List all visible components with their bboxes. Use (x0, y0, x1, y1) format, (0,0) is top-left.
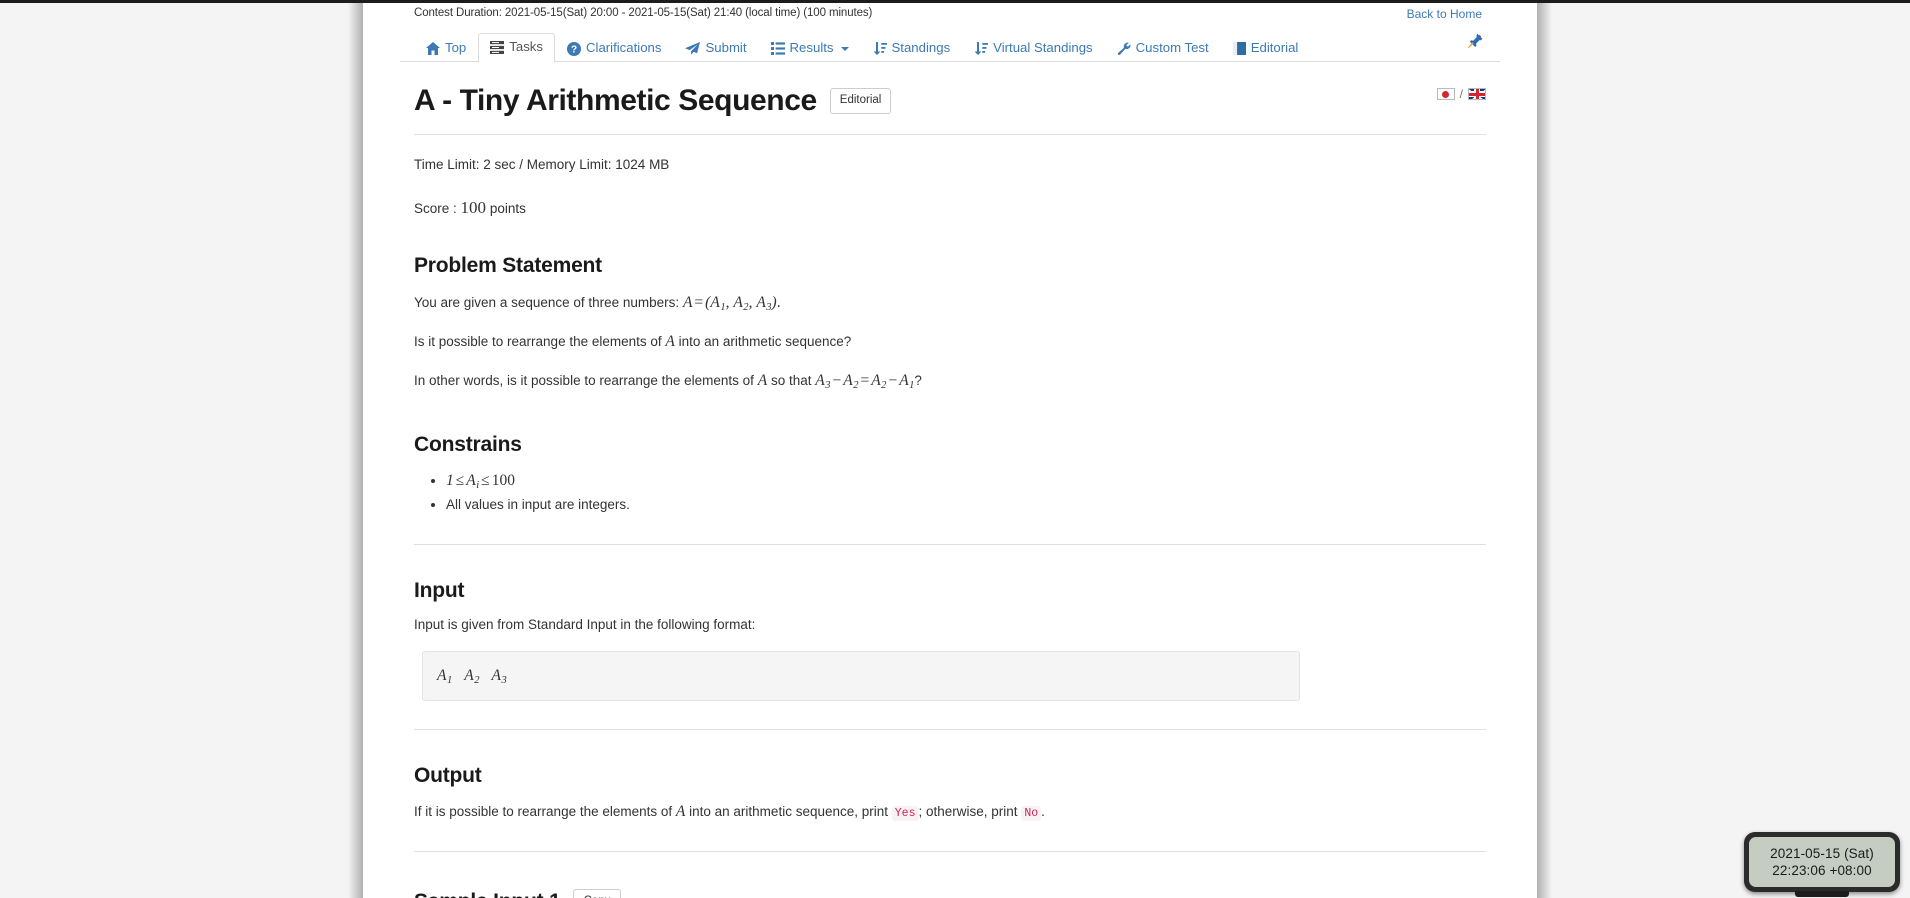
section-heading-input: Input (414, 578, 465, 602)
problem-title-row: A - Tiny Arithmetic Sequence Editorial / (414, 84, 1486, 135)
section-heading-sample-input-1: Sample Input 1 (414, 886, 561, 898)
sample-input-1-header: Sample Input 1 Copy (414, 886, 1486, 898)
japanese-flag-icon[interactable] (1436, 88, 1455, 100)
page-gutter-left (0, 3, 363, 898)
nav-item-label: Submit (705, 40, 747, 56)
clock-time: 22:23:06 +08:00 (1772, 863, 1872, 878)
home-icon (426, 42, 440, 56)
section-divider (414, 728, 1486, 730)
nav-item-clarifications[interactable]: ? Clarifications (555, 34, 674, 63)
chevron-down-icon (840, 46, 849, 51)
statement-paragraph-2: Is it possible to rearrange the elements… (414, 330, 1486, 353)
score-label: Score : (414, 200, 457, 216)
math-a: A (757, 372, 768, 390)
input-format-box: A1 A2 A3 (422, 651, 1300, 701)
clock-stand (1795, 891, 1849, 897)
nav-item-label: Clarifications (585, 40, 662, 56)
nav-item-virtual-standings[interactable]: Virtual Standings (962, 34, 1104, 63)
math-constraint-range: 1 ≤ Ai ≤100 (446, 472, 515, 492)
contest-nav-bar: Top Tasks ? Clarifications Submit Result… (400, 28, 1500, 63)
math-arithmetic-condition: A3− A2 = A2− A1 (815, 372, 915, 392)
statement-text: into an arithmetic sequence? (678, 334, 852, 350)
input-description: Input is given from Standard Input in th… (414, 617, 756, 633)
contest-nav: Top Tasks ? Clarifications Submit Result… (414, 28, 1486, 63)
statement-text: If it is possible to rearrange the eleme… (414, 804, 673, 820)
contest-duration: Contest Duration: 2021-05-15(Sat) 20:00 … (414, 7, 873, 19)
nav-item-editorial[interactable]: Editorial (1221, 34, 1311, 63)
math-a: A (665, 333, 675, 351)
statement-text: . (1041, 804, 1045, 820)
score-value: 100 (460, 197, 487, 217)
nav-item-label: Virtual Standings (993, 40, 1093, 56)
statement-text: so that (770, 373, 812, 389)
browser-viewport: Contest Duration: 2021-05-15(Sat) 20:00 … (0, 0, 1910, 898)
list-icon (770, 42, 785, 56)
page-gutter-right (1537, 3, 1910, 898)
statement-text: into an arithmetic sequence, print (689, 804, 889, 820)
output-token-no: No (1021, 806, 1042, 822)
statement-text: In other words, is it possible to rearra… (414, 373, 754, 389)
book-icon (1232, 42, 1246, 56)
section-heading-problem-statement: Problem Statement (414, 254, 602, 278)
section-divider (414, 851, 1486, 853)
page-content: Contest Duration: 2021-05-15(Sat) 20:00 … (363, 3, 1537, 898)
statement-paragraph-1: You are given a sequence of three number… (414, 291, 1486, 314)
back-to-home-link[interactable]: Back to Home (1407, 7, 1482, 21)
nav-item-label: Editorial (1250, 40, 1299, 56)
nav-item-label: Tasks (509, 39, 543, 55)
paper-plane-icon (685, 42, 701, 55)
limits-text: Time Limit: 2 sec / Memory Limit: 1024 M… (414, 156, 670, 172)
clock-widget: 2021-05-15 (Sat) 22:23:06 +08:00 (1744, 832, 1900, 897)
page-title: A - Tiny Arithmetic Sequence (414, 84, 817, 117)
math-a: A (675, 803, 686, 821)
question-circle-icon: ? (566, 41, 581, 56)
nav-item-label: Custom Test (1135, 40, 1209, 56)
problem-statement-body: Time Limit: 2 sec / Memory Limit: 1024 M… (414, 135, 1486, 898)
output-token-yes: Yes (891, 806, 919, 822)
statement-paragraph-3: In other words, is it possible to rearra… (414, 369, 1486, 392)
nav-item-label: Results (789, 40, 834, 56)
content-shadow-left (348, 3, 363, 898)
content-inner: Contest Duration: 2021-05-15(Sat) 20:00 … (400, 3, 1500, 898)
nav-item-results[interactable]: Results (759, 34, 861, 63)
section-heading-constraints: Constrains (414, 432, 522, 456)
sort-amount-icon (873, 42, 887, 56)
nav-item-label: Top (445, 40, 467, 56)
wrench-icon (1117, 42, 1131, 56)
nav-item-tasks[interactable]: Tasks (478, 33, 555, 63)
output-description: If it is possible to rearrange the eleme… (414, 800, 1486, 823)
constraint-item: All values in input are integers. (446, 495, 1486, 515)
clock-date: 2021-05-15 (Sat) (1770, 845, 1874, 861)
clock-display: 2021-05-15 (Sat) 22:23:06 +08:00 (1749, 837, 1895, 887)
nav-item-submit[interactable]: Submit (673, 34, 758, 63)
nav-item-top[interactable]: Top (414, 34, 478, 63)
svg-text:?: ? (571, 44, 577, 55)
sort-amount-icon (974, 42, 989, 56)
lang-separator: / (1459, 87, 1463, 101)
content-shadow-right (1537, 3, 1552, 898)
statement-text: ? (914, 373, 922, 389)
english-flag-icon[interactable] (1468, 88, 1486, 100)
math-sequence-definition: A = (A1, A2, A3). (682, 293, 781, 313)
statement-text: ; otherwise, print (918, 804, 1018, 820)
score-line: Score : 100 points (414, 195, 1486, 221)
nav-item-custom-test[interactable]: Custom Test (1105, 34, 1221, 63)
pushpin-icon[interactable] (1466, 32, 1484, 50)
section-heading-output: Output (414, 763, 482, 787)
editorial-button[interactable]: Editorial (829, 87, 892, 114)
nav-item-label: Standings (891, 40, 951, 56)
language-switch: / (1436, 87, 1486, 101)
section-divider (414, 543, 1486, 545)
tasks-icon (490, 41, 505, 55)
constraints-list: 1≤Ai≤100 All values in input are integer… (414, 469, 1486, 516)
score-unit: points (489, 200, 526, 216)
constraint-item: 1≤Ai≤100 (446, 469, 1486, 492)
statement-text: Is it possible to rearrange the elements… (414, 334, 662, 350)
math-input-format: A1 A2 A3 (437, 667, 507, 687)
sample-input-1-copy-button[interactable]: Copy (572, 889, 622, 898)
nav-item-standings[interactable]: Standings (861, 34, 963, 63)
statement-text: You are given a sequence of three number… (414, 294, 680, 310)
